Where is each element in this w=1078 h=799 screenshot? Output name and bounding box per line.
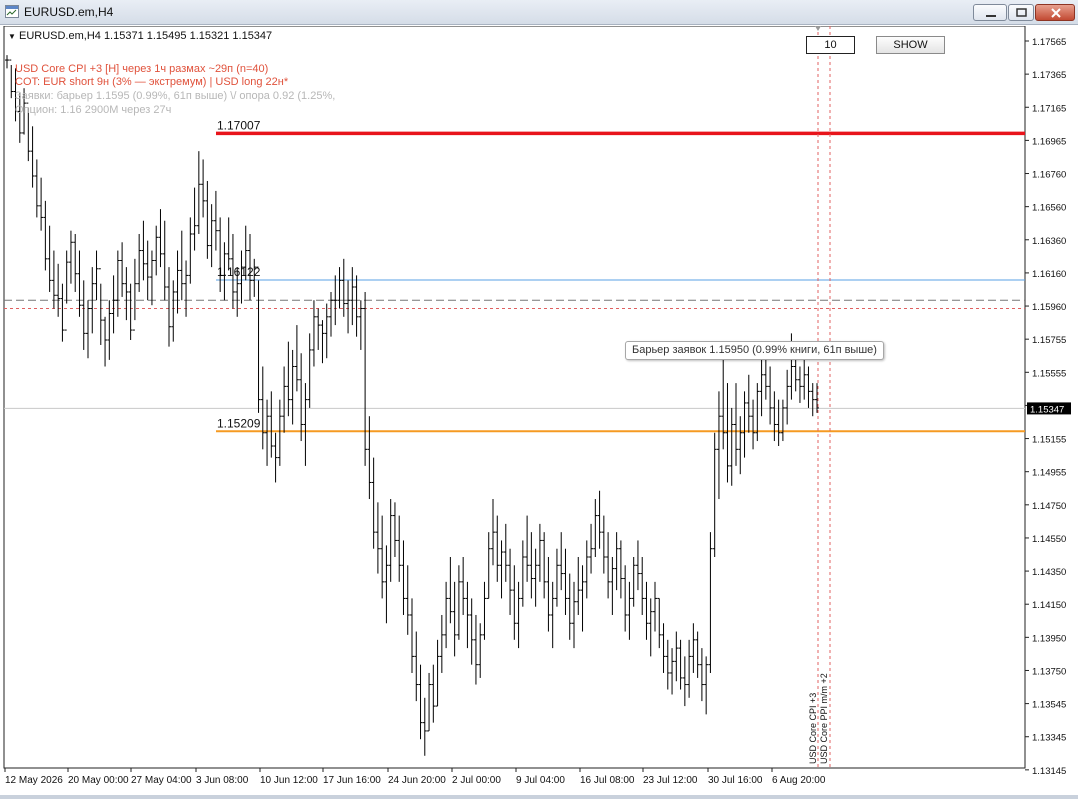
y-axis-label: 1.16160	[1032, 269, 1066, 280]
x-axis-label: 16 Jul 08:00	[580, 775, 635, 786]
y-axis-label: 1.13750	[1032, 666, 1066, 677]
y-axis-label: 1.16760	[1032, 170, 1066, 181]
collapse-triangle-icon[interactable]: ▼	[8, 32, 16, 41]
y-axis-label: 1.14550	[1032, 534, 1066, 545]
y-axis-label: 1.14955	[1032, 468, 1066, 479]
y-axis-label: 1.17565	[1032, 37, 1066, 48]
minimize-icon	[986, 15, 996, 17]
x-axis-label: 10 Jun 12:00	[260, 775, 318, 786]
show-button[interactable]: SHOW	[876, 36, 945, 54]
x-axis-label: 9 Jul 04:00	[516, 775, 565, 786]
title-bar[interactable]: EURUSD.em,H4	[0, 0, 1078, 25]
y-axis-label: 1.17165	[1032, 103, 1066, 114]
x-axis-label: 2 Jul 00:00	[452, 775, 501, 786]
price-chart[interactable]: 1.17565 1.17365 1.17165 1.16965 1.16760 1.165…	[0, 25, 1078, 795]
event-label: USD Core PPI m/m +2	[819, 673, 829, 764]
symbol-quote: EURUSD.em,H4 1.15371 1.15495 1.15321 1.1…	[18, 30, 273, 42]
maximize-icon	[1016, 8, 1027, 17]
y-axis-label: 1.15555	[1032, 368, 1066, 379]
count-input[interactable]: 10	[806, 36, 855, 54]
x-axis-label: 17 Jun 16:00	[323, 775, 381, 786]
info-line-orders: Заявки: барьер 1.1595 (0.99%, 61п выше) …	[15, 90, 336, 102]
y-axis-label: 1.15155	[1032, 435, 1066, 446]
chart-window-icon	[5, 5, 19, 18]
current-price-label: 1.15347	[1030, 404, 1064, 415]
x-axis-label: 24 Jun 20:00	[388, 775, 446, 786]
y-axis-label: 1.15755	[1032, 335, 1066, 346]
chart-header: ▼ EURUSD.em,H4 1.15371 1.15495 1.15321 1…	[8, 30, 272, 42]
x-axis-label: 12 May 2026	[5, 775, 63, 786]
window-title: EURUSD.em,H4	[24, 5, 114, 19]
minimize-button[interactable]	[973, 4, 1007, 21]
y-axis-label: 1.13950	[1032, 633, 1066, 644]
info-line-cot: COT: EUR short 9н (3% — экстремум) | USD…	[15, 76, 289, 88]
info-line-options: Опцион: 1.16 2900M через 27ч	[15, 104, 172, 116]
close-icon	[1051, 8, 1061, 18]
plot-frame	[3, 25, 1026, 769]
y-axis-label: 1.16965	[1032, 136, 1066, 147]
y-axis-label: 1.13145	[1032, 766, 1066, 777]
level-label: 1.17007	[217, 118, 261, 132]
y-axis-label: 1.16360	[1032, 236, 1066, 247]
y-axis-label: 1.13345	[1032, 733, 1066, 744]
x-axis-label: 23 Jul 12:00	[643, 775, 698, 786]
terminal-window: EURUSD.em,H4 1.17565 1.17365 1.17165 1.1696…	[0, 0, 1078, 795]
x-axis-label: 3 Jun 08:00	[196, 775, 249, 786]
y-axis-label: 1.17365	[1032, 70, 1066, 81]
y-axis-label: 1.16560	[1032, 203, 1066, 214]
x-axis-label: 20 May 00:00	[68, 775, 129, 786]
y-axis-label: 1.13545	[1032, 700, 1066, 711]
order-barrier-tooltip: Барьер заявок 1.15950 (0.99% книги, 61п …	[625, 341, 884, 360]
event-label: USD Core CPI +3	[808, 693, 818, 764]
y-axis-label: 1.14150	[1032, 600, 1066, 611]
info-line-cpi: USD Core CPI +3 [H] через 1ч размах ~29п…	[15, 63, 269, 75]
maximize-button[interactable]	[1008, 4, 1034, 21]
y-axis-label: 1.14750	[1032, 501, 1066, 512]
level-label: 1.15209	[217, 416, 261, 430]
x-axis-label: 30 Jul 16:00	[708, 775, 763, 786]
close-button[interactable]	[1035, 4, 1075, 21]
chart-area[interactable]: 1.17565 1.17365 1.17165 1.16965 1.16760 1.165…	[0, 25, 1078, 795]
y-axis-label: 1.15960	[1032, 302, 1066, 313]
y-axis-label: 1.14350	[1032, 567, 1066, 578]
x-axis-label: 6 Aug 20:00	[772, 775, 826, 786]
x-axis-label: 27 May 04:00	[131, 775, 192, 786]
